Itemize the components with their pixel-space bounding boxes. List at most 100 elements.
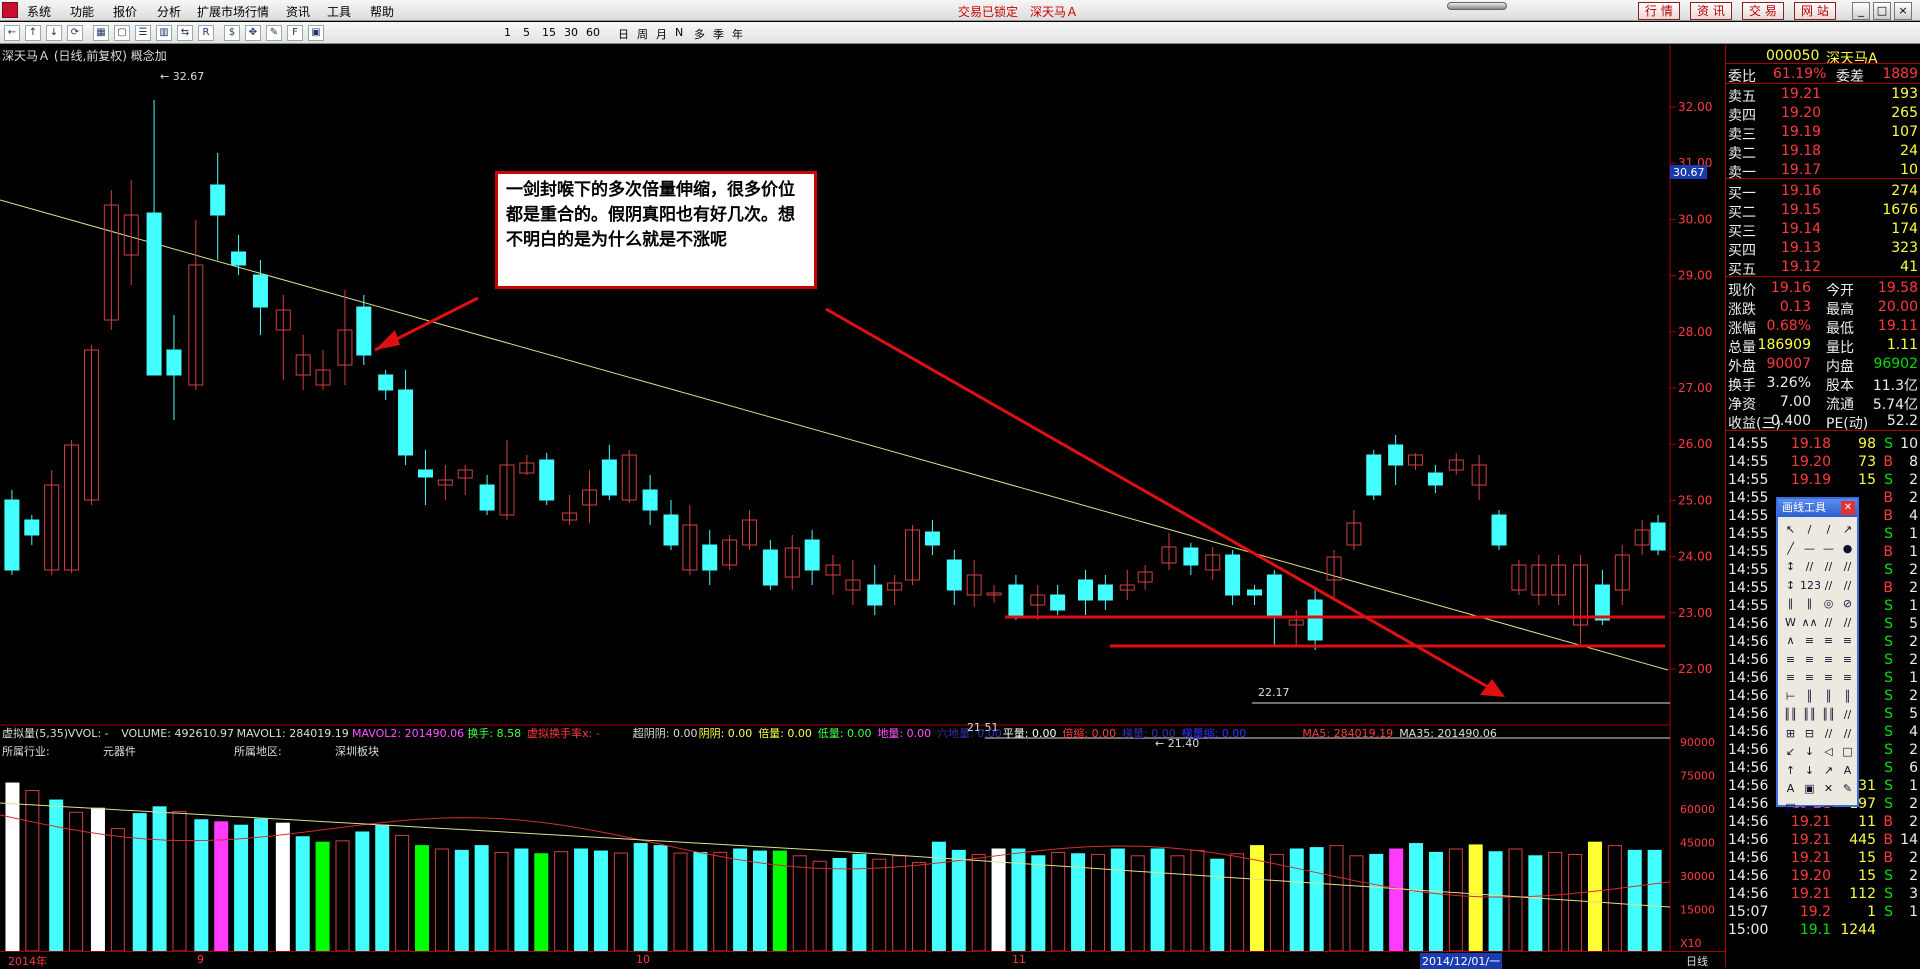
down-icon[interactable]: ↓ bbox=[46, 25, 62, 41]
draw-tool-2-icon[interactable]: / bbox=[1819, 521, 1838, 540]
menu-extended-market[interactable]: 扩展市场行情 bbox=[197, 3, 269, 20]
draw-tool-10-icon[interactable]: ∕∕ bbox=[1819, 558, 1838, 577]
draw-tool-17-icon[interactable]: ∥ bbox=[1800, 595, 1819, 614]
refresh-icon[interactable]: ⟳ bbox=[67, 25, 83, 41]
draw-tool-6-icon[interactable]: — bbox=[1819, 540, 1838, 559]
period-7[interactable]: 月 bbox=[656, 26, 667, 42]
pen-icon[interactable]: ✎ bbox=[266, 25, 282, 41]
drawing-tools-panel[interactable]: 画线工具 ✕ ↖ / / ↗ ╱ — — ● ↕ ∕∕ ∕∕ ∕∕ ↕ 123 ∕∕ ∕∕ ∥ ∥ ◎ ⊘ W ∧∧ ∕∕ ∕… bbox=[1776, 497, 1859, 814]
period-8[interactable]: N bbox=[675, 26, 683, 39]
draw-tool-5-icon[interactable]: — bbox=[1800, 540, 1819, 559]
draw-tool-30-icon[interactable]: ≡ bbox=[1819, 651, 1838, 670]
volume-slider[interactable] bbox=[1447, 2, 1507, 10]
draw-tool-58-icon[interactable]: ✕ bbox=[1819, 780, 1838, 799]
trade-button[interactable]: 交 易 bbox=[1742, 2, 1784, 20]
period-10[interactable]: 季 bbox=[713, 26, 724, 42]
draw-tool-60-icon[interactable]: ▤ bbox=[1781, 799, 1800, 818]
draw-tool-24-icon[interactable]: ∧ bbox=[1781, 632, 1800, 651]
draw-tool-31-icon[interactable]: ≡ bbox=[1838, 651, 1857, 670]
draw-tool-53-icon[interactable]: ↓ bbox=[1800, 762, 1819, 781]
draw-tool-46-icon[interactable]: ∕∕ bbox=[1819, 725, 1838, 744]
minimize-button[interactable]: _ bbox=[1852, 2, 1870, 20]
draw-tool-40-icon[interactable]: ║║ bbox=[1781, 706, 1800, 725]
period-11[interactable]: 年 bbox=[732, 26, 743, 42]
maximize-button[interactable]: □ bbox=[1873, 2, 1891, 20]
draw-tool-4-icon[interactable]: ╱ bbox=[1781, 540, 1800, 559]
period-4[interactable]: 60 bbox=[586, 26, 600, 39]
draw-tool-42-icon[interactable]: ║║ bbox=[1819, 706, 1838, 725]
draw-tool-13-icon[interactable]: 123 bbox=[1800, 577, 1821, 596]
rsi-icon[interactable]: R bbox=[198, 25, 214, 41]
draw-tool-32-icon[interactable]: ≡ bbox=[1781, 669, 1800, 688]
draw-tool-49-icon[interactable]: ↓ bbox=[1800, 743, 1819, 762]
draw-tool-62-icon[interactable]: ▭ bbox=[1819, 799, 1838, 818]
kline-chart[interactable]: 深天马Ａ (日线,前复权) 概念加32.0031.0030.0029.0028.… bbox=[0, 45, 1725, 951]
draw-tool-22-icon[interactable]: ∕∕ bbox=[1819, 614, 1838, 633]
draw-tool-11-icon[interactable]: ∕∕ bbox=[1838, 558, 1857, 577]
draw-tool-26-icon[interactable]: ≡ bbox=[1819, 632, 1838, 651]
menu-quote[interactable]: 报价 bbox=[113, 3, 137, 20]
draw-tool-45-icon[interactable]: ⊟ bbox=[1800, 725, 1819, 744]
draw-tool-37-icon[interactable]: ║ bbox=[1800, 688, 1819, 707]
draw-tool-29-icon[interactable]: ≡ bbox=[1800, 651, 1819, 670]
draw-tool-15-icon[interactable]: ∕∕ bbox=[1838, 577, 1857, 596]
draw-tool-25-icon[interactable]: ≡ bbox=[1800, 632, 1819, 651]
draw-tool-28-icon[interactable]: ≡ bbox=[1781, 651, 1800, 670]
draw-tool-63-icon[interactable] bbox=[1838, 799, 1857, 818]
draw-tool-55-icon[interactable]: A bbox=[1838, 762, 1857, 781]
close-button[interactable]: × bbox=[1894, 2, 1912, 20]
period-3[interactable]: 30 bbox=[564, 26, 578, 39]
close-icon[interactable]: ✕ bbox=[1841, 501, 1855, 515]
draw-tool-50-icon[interactable]: ◁ bbox=[1819, 743, 1838, 762]
menu-function[interactable]: 功能 bbox=[70, 3, 94, 20]
draw-tool-56-icon[interactable]: A bbox=[1781, 780, 1800, 799]
menu-system[interactable]: 系统 bbox=[27, 3, 51, 20]
draw-tool-44-icon[interactable]: ⊞ bbox=[1781, 725, 1800, 744]
draw-tool-3-icon[interactable]: ↗ bbox=[1838, 521, 1857, 540]
menu-help[interactable]: 帮助 bbox=[370, 3, 394, 20]
draw-tool-57-icon[interactable]: ▣ bbox=[1800, 780, 1819, 799]
menu-news[interactable]: 资讯 bbox=[286, 3, 310, 20]
dollar-icon[interactable]: $ bbox=[224, 25, 240, 41]
draw-tool-59-icon[interactable]: ✎ bbox=[1838, 780, 1857, 799]
draw-tool-0-icon[interactable]: ↖ bbox=[1781, 521, 1800, 540]
draw-tool-41-icon[interactable]: ║║ bbox=[1800, 706, 1819, 725]
up-icon[interactable]: ↑ bbox=[25, 25, 41, 41]
period-6[interactable]: 周 bbox=[637, 26, 648, 42]
period-0[interactable]: 1 bbox=[504, 26, 511, 39]
website-button[interactable]: 网 站 bbox=[1794, 2, 1836, 20]
period-5[interactable]: 日 bbox=[618, 26, 629, 42]
period-9[interactable]: 多 bbox=[694, 26, 705, 42]
draw-tool-14-icon[interactable]: ∕∕ bbox=[1819, 577, 1838, 596]
draw-tool-54-icon[interactable]: ↗ bbox=[1819, 762, 1838, 781]
draw-tool-9-icon[interactable]: ∕∕ bbox=[1800, 558, 1819, 577]
draw-tool-61-icon[interactable]: ▬ bbox=[1800, 799, 1819, 818]
draw-tool-38-icon[interactable]: ║ bbox=[1819, 688, 1838, 707]
draw-tool-1-icon[interactable]: / bbox=[1800, 521, 1819, 540]
draw-tool-18-icon[interactable]: ◎ bbox=[1819, 595, 1838, 614]
draw-tool-19-icon[interactable]: ⊘ bbox=[1838, 595, 1857, 614]
draw-tool-48-icon[interactable]: ↙ bbox=[1781, 743, 1800, 762]
chart-icon[interactable]: ▥ bbox=[156, 25, 172, 41]
draw-tool-12-icon[interactable]: ↕ bbox=[1781, 577, 1800, 596]
draw-tool-7-icon[interactable]: ● bbox=[1838, 540, 1857, 559]
draw-tool-23-icon[interactable]: ∕∕ bbox=[1838, 614, 1857, 633]
draw-tool-47-icon[interactable]: ∕∕ bbox=[1838, 725, 1857, 744]
period-1[interactable]: 5 bbox=[523, 26, 530, 39]
draw-tool-35-icon[interactable]: ≡ bbox=[1838, 669, 1857, 688]
draw-tool-20-icon[interactable]: W bbox=[1781, 614, 1800, 633]
draw-tool-8-icon[interactable]: ↕ bbox=[1781, 558, 1800, 577]
window-icon[interactable]: ▢ bbox=[114, 25, 130, 41]
quote-button[interactable]: 行 情 bbox=[1638, 2, 1680, 20]
compare-icon[interactable]: ⇆ bbox=[177, 25, 193, 41]
draw-tool-34-icon[interactable]: ≡ bbox=[1819, 669, 1838, 688]
back-icon[interactable]: ← bbox=[4, 25, 20, 41]
menu-tools[interactable]: 工具 bbox=[327, 3, 351, 20]
draw-tool-52-icon[interactable]: ↑ bbox=[1781, 762, 1800, 781]
news-button[interactable]: 资 讯 bbox=[1690, 2, 1732, 20]
draw-tool-33-icon[interactable]: ≡ bbox=[1800, 669, 1819, 688]
list-icon[interactable]: ☰ bbox=[135, 25, 151, 41]
draw-tool-21-icon[interactable]: ∧∧ bbox=[1800, 614, 1819, 633]
image-icon[interactable]: ▣ bbox=[308, 25, 324, 41]
menu-analysis[interactable]: 分析 bbox=[157, 3, 181, 20]
